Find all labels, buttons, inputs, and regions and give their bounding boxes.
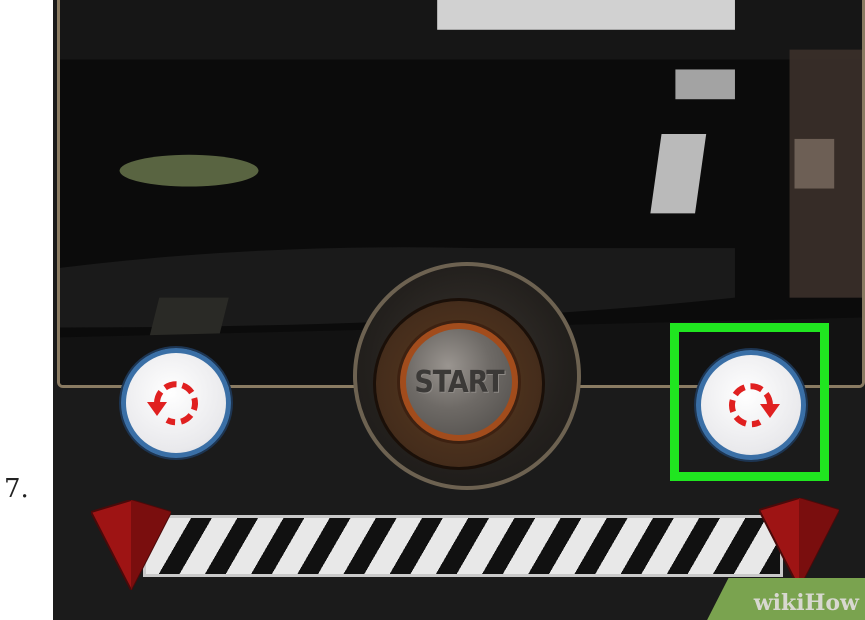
rotate-counterclockwise-icon	[147, 381, 198, 426]
slider-handle-left[interactable]	[91, 500, 171, 590]
slider-handle-right[interactable]	[759, 498, 839, 588]
watermark-text: wikiHow	[753, 590, 859, 616]
step-number: 7.	[4, 474, 29, 504]
start-button[interactable]: START	[400, 323, 518, 441]
highlight-box	[670, 323, 829, 481]
start-label: START	[414, 364, 504, 400]
wikihow-watermark: wikiHow	[703, 578, 865, 620]
camera-app: START wikiHow	[53, 0, 865, 620]
zoom-slider-track[interactable]	[143, 515, 783, 577]
rotate-left-button[interactable]	[121, 348, 231, 458]
